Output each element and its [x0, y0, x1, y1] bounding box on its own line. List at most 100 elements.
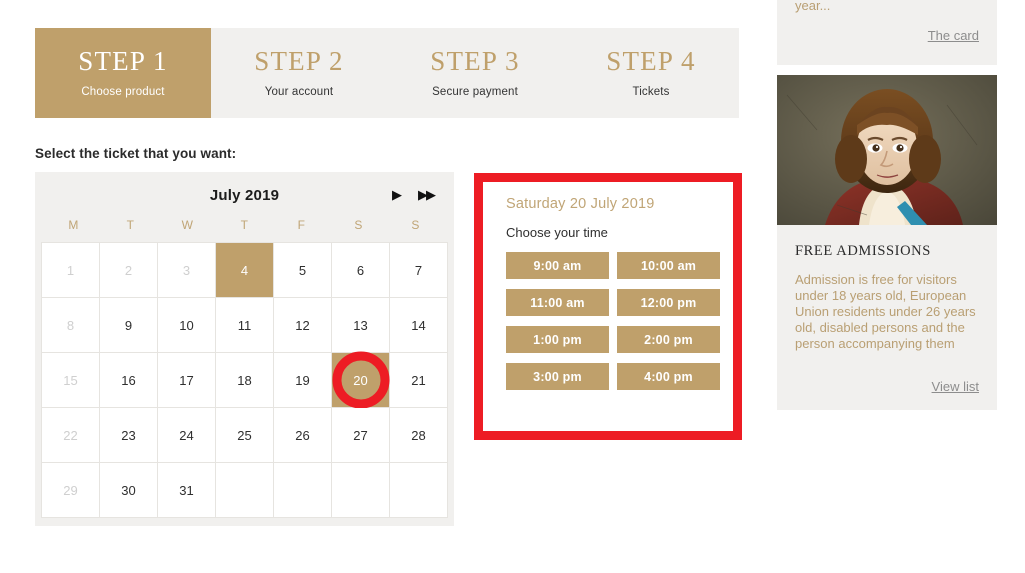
calendar-day-cell: 3 — [158, 243, 216, 298]
day-number: 15 — [63, 372, 78, 388]
booking-page: STEP 1 Choose product STEP 2 Your account ST… — [0, 0, 1025, 573]
day-number: 19 — [295, 372, 310, 388]
step-subtitle: Tickets — [632, 86, 670, 98]
calendar-day-cell[interactable]: 11 — [216, 298, 274, 353]
day-number: 3 — [182, 262, 191, 278]
next-month-arrow-icon[interactable]: ▶ — [392, 189, 402, 202]
day-number: 26 — [295, 427, 310, 443]
date-picker-calendar: July 2019 ▶ ▶▶ MTWTFSS 1 2 3 4 5 6 7 8 9 10 11 12 13… — [35, 172, 454, 526]
time-slot-button[interactable]: 3:00 pm — [506, 363, 609, 390]
calendar-day-cell[interactable]: 28 — [390, 408, 448, 463]
step-tab-1[interactable]: STEP 1 Choose product — [35, 28, 211, 118]
day-number: 21 — [411, 372, 426, 388]
calendar-day-grid: 1 2 3 4 5 6 7 8 9 10 11 12 13 14 15 16 17 18 19 20 21 22 23 24 2… — [41, 242, 448, 518]
day-number: 9 — [124, 317, 133, 333]
calendar-day-cell[interactable]: 4 — [216, 243, 274, 298]
time-slot-button[interactable]: 11:00 am — [506, 289, 609, 316]
day-number: 30 — [121, 482, 136, 498]
free-admissions-title: FREE ADMISSIONS — [795, 243, 931, 259]
day-number: 8 — [66, 317, 75, 333]
calendar-day-cell[interactable]: 14 — [390, 298, 448, 353]
calendar-day-cell[interactable]: 6 — [332, 243, 390, 298]
painting-artwork-icon — [777, 75, 997, 225]
time-slot-button[interactable]: 9:00 am — [506, 252, 609, 279]
weekday-label: T — [126, 218, 135, 232]
time-slot-button[interactable]: 2:00 pm — [617, 326, 720, 353]
calendar-cell-empty — [216, 463, 274, 518]
day-number: 1 — [66, 262, 75, 278]
calendar-day-cell[interactable]: 27 — [332, 408, 390, 463]
calendar-day-cell[interactable]: 13 — [332, 298, 390, 353]
calendar-day-cell[interactable]: 25 — [216, 408, 274, 463]
calendar-day-cell[interactable]: 30 — [100, 463, 158, 518]
calendar-day-cell[interactable]: 26 — [274, 408, 332, 463]
step-subtitle: Secure payment — [432, 86, 518, 98]
calendar-weekday-header: MTWTFSS — [41, 218, 448, 232]
calendar-day-cell[interactable]: 10 — [158, 298, 216, 353]
step-title: STEP 4 — [606, 46, 696, 76]
calendar-day-cell: 15 — [42, 353, 100, 408]
step-subtitle: Choose product — [81, 86, 165, 98]
step-progress-bar: STEP 1 Choose product STEP 2 Your account ST… — [35, 28, 739, 118]
time-slot-button[interactable]: 4:00 pm — [617, 363, 720, 390]
weekday-label: S — [354, 218, 363, 232]
sidebar-card-free-admissions: FREE ADMISSIONS Admission is free for vi… — [777, 225, 997, 410]
calendar-day-cell: 2 — [100, 243, 158, 298]
day-number: 24 — [179, 427, 194, 443]
view-list-link[interactable]: View list — [932, 379, 979, 394]
day-number: 5 — [298, 262, 307, 278]
step-tab-3[interactable]: STEP 3 Secure payment — [387, 28, 563, 118]
calendar-day-cell[interactable]: 5 — [274, 243, 332, 298]
day-number: 22 — [63, 427, 78, 443]
step-subtitle: Your account — [264, 86, 334, 98]
page-title: Select the ticket that you want: — [35, 146, 237, 161]
day-number: 17 — [179, 372, 194, 388]
day-number: 29 — [63, 482, 78, 498]
sidebar-card-membership: year... The card — [777, 0, 997, 65]
calendar-day-cell: 8 — [42, 298, 100, 353]
calendar-day-cell[interactable]: 19 — [274, 353, 332, 408]
calendar-day-cell: 29 — [42, 463, 100, 518]
day-number: 14 — [411, 317, 426, 333]
next-year-double-arrow-icon[interactable]: ▶▶ — [418, 189, 436, 202]
painting-thumbnail — [777, 75, 997, 225]
day-number: 7 — [414, 262, 423, 278]
day-number: 11 — [237, 317, 252, 333]
calendar-day-cell: 1 — [42, 243, 100, 298]
calendar-nav: ▶ ▶▶ — [392, 172, 436, 218]
step-title: STEP 1 — [78, 46, 168, 76]
day-number: 2 — [124, 262, 133, 278]
calendar-day-cell[interactable]: 9 — [100, 298, 158, 353]
calendar-day-cell[interactable]: 23 — [100, 408, 158, 463]
time-slot-button[interactable]: 12:00 pm — [617, 289, 720, 316]
day-number: 25 — [237, 427, 252, 443]
calendar-day-cell[interactable]: 20 — [332, 351, 390, 409]
free-admissions-body: Admission is free for visitors under 18 … — [795, 272, 976, 351]
day-number: 10 — [179, 317, 194, 333]
weekday-label: M — [68, 218, 79, 232]
calendar-day-cell[interactable]: 21 — [390, 353, 448, 408]
day-number: 13 — [353, 317, 368, 333]
the-card-link[interactable]: The card — [928, 28, 979, 43]
day-number: 20 — [353, 372, 368, 388]
step-tab-2[interactable]: STEP 2 Your account — [211, 28, 387, 118]
calendar-day-cell[interactable]: 16 — [100, 353, 158, 408]
step-tab-4[interactable]: STEP 4 Tickets — [563, 28, 739, 118]
calendar-cell-empty — [274, 463, 332, 518]
calendar-day-cell[interactable]: 12 — [274, 298, 332, 353]
step-title: STEP 2 — [254, 46, 344, 76]
weekday-label: S — [411, 218, 420, 232]
time-slot-button[interactable]: 10:00 am — [617, 252, 720, 279]
calendar-cell-empty — [332, 463, 390, 518]
calendar-day-cell[interactable]: 17 — [158, 353, 216, 408]
selected-date-label: Saturday 20 July 2019 — [506, 196, 655, 212]
calendar-day-cell[interactable]: 24 — [158, 408, 216, 463]
day-number: 27 — [353, 427, 368, 443]
calendar-day-cell: 22 — [42, 408, 100, 463]
time-slot-button[interactable]: 1:00 pm — [506, 326, 609, 353]
calendar-day-cell[interactable]: 7 — [390, 243, 448, 298]
choose-time-label: Choose your time — [506, 225, 608, 240]
card-teaser-text: year... — [795, 0, 831, 13]
calendar-day-cell[interactable]: 31 — [158, 463, 216, 518]
calendar-day-cell[interactable]: 18 — [216, 353, 274, 408]
